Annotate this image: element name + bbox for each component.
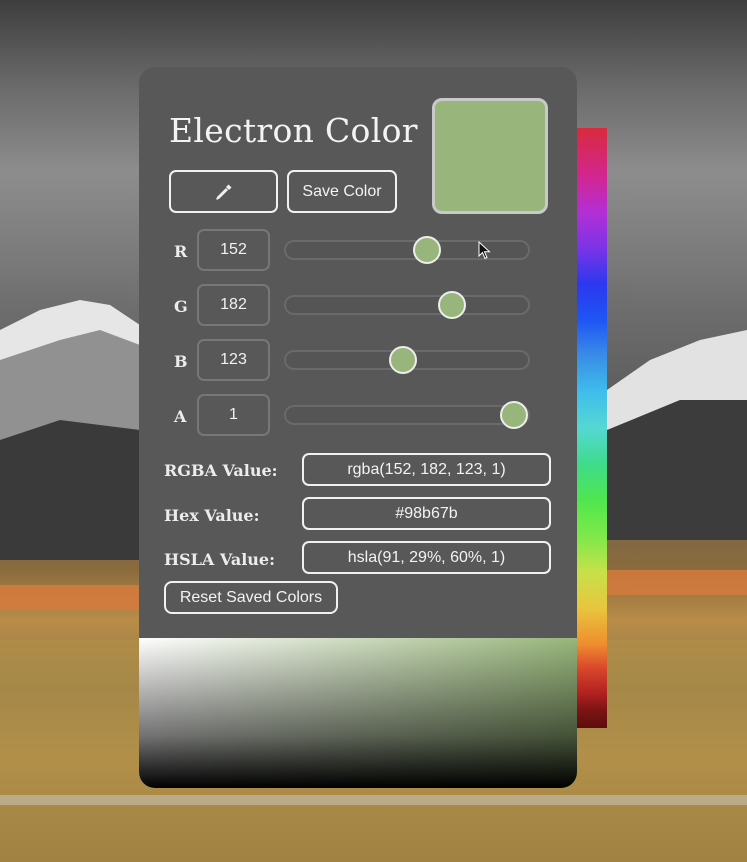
eyedropper-icon (215, 184, 231, 200)
channel-slider-thumb[interactable] (500, 401, 528, 429)
save-color-button[interactable]: Save Color (287, 170, 397, 213)
channel-slider-r[interactable] (284, 236, 530, 264)
channel-slider-b[interactable] (284, 346, 530, 374)
channel-slider-thumb[interactable] (438, 291, 467, 319)
channel-input-b[interactable]: 123 (197, 339, 270, 381)
channel-slider-a[interactable] (284, 401, 530, 429)
channel-input-r[interactable]: 152 (197, 229, 270, 271)
hsla-value-field[interactable]: hsla(91, 29%, 60%, 1) (302, 541, 551, 574)
eyedropper-button[interactable] (169, 170, 278, 213)
channel-slider-g[interactable] (284, 291, 530, 319)
rgba-value-field[interactable]: rgba(152, 182, 123, 1) (302, 453, 551, 486)
channel-label-g: G (174, 297, 188, 316)
reset-saved-colors-button[interactable]: Reset Saved Colors (164, 581, 338, 614)
channel-input-g[interactable]: 182 (197, 284, 270, 326)
mouse-cursor-icon (478, 241, 491, 260)
color-picker-panel: Electron Color Save Color R 152 G 182 B … (139, 67, 577, 788)
rgba-value-label: RGBA Value: (164, 461, 278, 480)
app-title: Electron Color (169, 111, 418, 150)
hsla-value-label: HSLA Value: (164, 550, 276, 569)
channel-input-a[interactable]: 1 (197, 394, 270, 436)
channel-slider-thumb[interactable] (388, 346, 417, 374)
hex-value-label: Hex Value: (164, 506, 260, 525)
channel-label-b: B (174, 352, 188, 371)
hex-value-field[interactable]: #98b67b (302, 497, 551, 530)
channel-label-a: A (174, 407, 187, 426)
shade-gradient-picker[interactable] (139, 638, 577, 788)
channel-label-r: R (174, 242, 188, 261)
channel-slider-thumb[interactable] (412, 236, 441, 264)
saved-colors-spectrum[interactable] (576, 128, 607, 728)
color-preview-swatch (432, 98, 548, 214)
